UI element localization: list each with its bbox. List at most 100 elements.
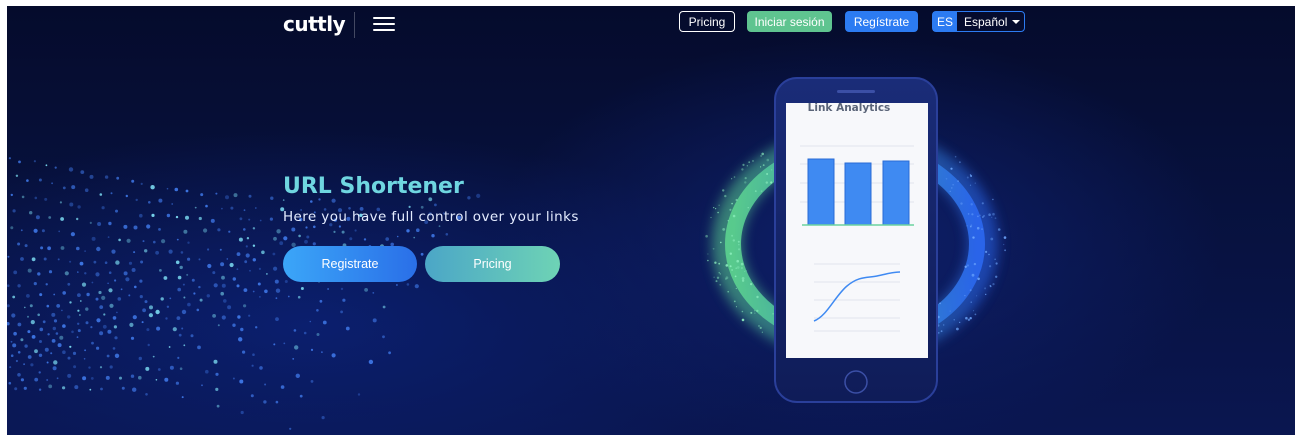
register-button[interactable]: Regístrate <box>845 11 918 32</box>
particle-dot <box>56 304 61 308</box>
particle-dot <box>116 311 118 314</box>
sparkle-dot <box>966 264 969 267</box>
particle-dot <box>176 316 181 320</box>
particle-dot <box>51 312 56 317</box>
particle-dot <box>20 338 24 342</box>
particle-dot <box>259 366 263 370</box>
particle-dot <box>291 227 296 232</box>
sparkle-dot <box>959 321 961 323</box>
particle-dot <box>295 373 300 378</box>
particle-dot <box>17 284 21 288</box>
sparkle-dot <box>733 176 736 178</box>
phone-screen <box>786 103 928 358</box>
particle-dot <box>27 268 32 273</box>
sparkle-dot <box>989 284 992 287</box>
particle-dot <box>27 355 32 359</box>
sparkle-dot <box>718 262 721 265</box>
sparkle-dot <box>970 301 972 303</box>
sparkle-dot <box>727 290 729 293</box>
particle-dot <box>117 297 122 301</box>
particle-dot <box>149 305 153 310</box>
particle-dot <box>279 241 284 246</box>
particle-dot <box>312 242 316 246</box>
particle-dot <box>96 318 101 323</box>
particle-dot <box>476 193 481 198</box>
particle-dot <box>196 308 200 312</box>
particle-dot <box>183 344 186 347</box>
particle-dot <box>240 327 244 332</box>
particle-dot <box>227 305 232 310</box>
particle-dot <box>115 209 118 213</box>
sparkle-dot <box>754 312 756 314</box>
particle-dot <box>34 349 38 354</box>
particle-dot <box>257 282 261 286</box>
sparkle-dot <box>750 283 753 286</box>
hamburger-menu-icon[interactable] <box>373 15 395 33</box>
particle-dot <box>77 293 81 297</box>
particle-dot <box>95 297 99 301</box>
particle-dot <box>125 277 130 282</box>
particle-dot <box>230 206 234 210</box>
particle-dot <box>48 384 53 389</box>
particle-dot <box>420 252 424 256</box>
sparkle-dot <box>731 234 734 237</box>
cuttly-logo[interactable]: cuttly <box>283 12 346 36</box>
particle-dot <box>33 160 36 163</box>
sparkle-dot <box>938 332 940 334</box>
particle-dot <box>215 372 219 376</box>
particle-dot <box>416 228 420 232</box>
sparkle-dot <box>956 327 959 331</box>
sparkle-dot <box>969 174 972 176</box>
nav-divider <box>354 12 355 38</box>
particle-dot <box>248 314 251 317</box>
sparkle-dot <box>1003 236 1007 239</box>
particle-dot <box>406 283 410 286</box>
sparkle-dot <box>971 213 974 216</box>
sparkle-dot <box>748 161 751 164</box>
sparkle-dot <box>729 208 732 211</box>
sparkle-dot <box>951 187 953 189</box>
particle-dot <box>29 211 33 215</box>
particle-dot <box>406 229 410 233</box>
particle-dot <box>199 298 203 302</box>
particle-dot <box>134 285 137 289</box>
sparkle-dot <box>966 176 969 179</box>
particle-dot <box>331 353 336 358</box>
login-button[interactable]: Iniciar sesión <box>747 11 832 32</box>
particle-dot <box>274 279 279 284</box>
particle-dot <box>225 195 229 200</box>
particle-dot <box>132 387 137 392</box>
particle-dot <box>321 416 325 420</box>
sparkle-dot <box>976 295 978 297</box>
hero-register-button[interactable]: Registrate <box>283 246 417 282</box>
particle-dot <box>165 317 168 320</box>
particle-dot <box>431 234 435 238</box>
hero-pricing-button[interactable]: Pricing <box>425 246 560 282</box>
nav-pricing-button[interactable]: Pricing <box>679 11 735 32</box>
particle-dot <box>62 186 66 190</box>
particle-dot <box>101 295 106 300</box>
language-selector[interactable]: ES Español <box>932 11 1025 32</box>
chart-bar-3 <box>882 160 910 226</box>
particle-dot <box>187 302 191 307</box>
particle-dot <box>15 359 18 363</box>
particle-dot <box>191 278 195 282</box>
sparkle-dot <box>954 155 957 158</box>
particle-dot <box>372 292 375 294</box>
particle-dot <box>52 326 56 331</box>
particle-dot <box>109 365 113 369</box>
particle-dot <box>67 356 71 360</box>
particle-dot <box>333 230 336 233</box>
particle-dot <box>71 185 76 190</box>
particle-dot <box>74 385 79 390</box>
particle-dot <box>10 354 14 358</box>
particle-dot <box>79 300 82 302</box>
particle-dot <box>114 336 118 340</box>
particle-dot <box>187 257 191 261</box>
sparkle-dot <box>969 317 972 320</box>
particle-dot <box>62 386 66 390</box>
particle-dot <box>275 317 279 321</box>
particle-dot <box>33 228 38 233</box>
particle-dot <box>438 225 441 228</box>
particle-dot <box>303 331 307 335</box>
